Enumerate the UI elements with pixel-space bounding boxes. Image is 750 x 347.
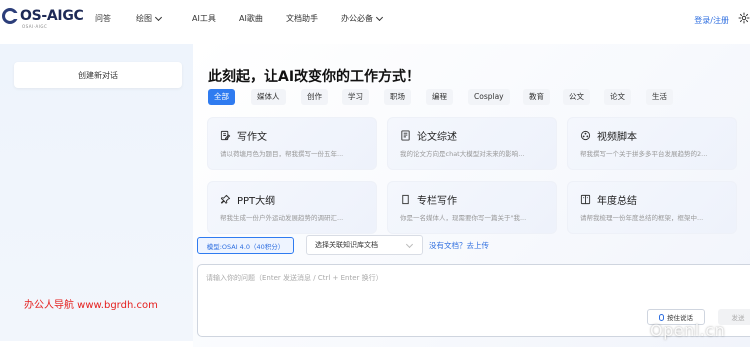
tag-cosplay[interactable]: Cosplay <box>468 89 510 105</box>
tag-education[interactable]: 教育 <box>523 89 550 105</box>
sidebar: 创建新对话 办公人导航 www.bgrdh.com <box>0 44 193 341</box>
nav-label: AI歌曲 <box>239 14 263 23</box>
prompt-card-column-writing[interactable]: 专栏写作 你是一名媒体人，现需要你写一篇关于"我... <box>387 181 557 234</box>
tag-life[interactable]: 生活 <box>646 89 673 105</box>
nav-label: 问答 <box>95 14 111 23</box>
card-title-text: 年度总结 <box>597 196 637 207</box>
tag-workplace[interactable]: 职场 <box>384 89 411 105</box>
chevron-down-icon <box>375 13 384 21</box>
tag-all[interactable]: 全部 <box>208 89 235 105</box>
nav-item-office[interactable]: 办公必备 <box>341 13 384 24</box>
tag-media[interactable]: 媒体人 <box>251 89 286 105</box>
nav-label: 办公必备 <box>341 14 373 23</box>
nav-item-ai-tools[interactable]: AI工具 <box>192 13 216 24</box>
card-title: 专栏写作 <box>400 192 457 207</box>
nav-item-doc-assistant[interactable]: 文档助手 <box>286 13 318 24</box>
card-title-text: 写作文 <box>237 132 267 143</box>
new-chat-button[interactable]: 创建新对话 <box>14 62 182 88</box>
column-icon <box>402 194 409 205</box>
prompt-card-annual-summary[interactable]: 年度总结 请帮我梳理一份年度总结的框架，框架中... <box>567 181 737 234</box>
chevron-down-icon <box>405 240 414 249</box>
card-desc: 帮我生成一份户外运动发展趋势的调研汇... <box>220 214 344 222</box>
tag-programming[interactable]: 编程 <box>426 89 453 105</box>
card-desc: 请帮我梳理一份年度总结的框架，框架中... <box>580 214 704 222</box>
upload-doc-link[interactable]: 没有文档？去上传 <box>429 240 489 251</box>
card-desc: 请以荷塘月色为题目，帮我撰写一份五年... <box>220 150 344 158</box>
promo-text: 办公人导航 www.bgrdh.com <box>24 300 158 311</box>
logo-text: OS-AIGC <box>20 8 84 24</box>
card-title: 写作文 <box>220 128 267 143</box>
book-icon <box>580 194 591 205</box>
card-desc: 我的论文方向是chat大模型对未来的影响... <box>400 150 525 158</box>
nav-item-draw[interactable]: 绘图 <box>136 13 163 24</box>
kb-select-label: 选择关联知识库文档 <box>315 241 378 249</box>
card-title-text: 专栏写作 <box>417 196 457 207</box>
category-tags: 全部 媒体人 创作 学习 职场 编程 Cosplay 教育 公文 论文 生活 <box>208 89 748 105</box>
chat-input[interactable] <box>206 273 626 293</box>
prompt-card-ppt-outline[interactable]: PPT大纲 帮我生成一份户外运动发展趋势的调研汇... <box>207 181 377 234</box>
pin-icon <box>220 194 231 204</box>
logo-subtitle: OSAI·AIGC <box>22 24 48 29</box>
card-title-text: PPT大纲 <box>237 196 276 207</box>
card-title-text: 论文综述 <box>417 132 457 143</box>
doc-edit-icon <box>220 130 231 141</box>
nav-label: 文档助手 <box>286 14 318 23</box>
prompt-card-essay[interactable]: 写作文 请以荷塘月色为题目，帮我撰写一份五年... <box>207 117 377 170</box>
model-select-button[interactable]: 模型:OSAI 4.0（40积分） <box>197 237 294 254</box>
knowledge-base-select[interactable]: 选择关联知识库文档 <box>306 235 423 255</box>
nav-item-ai-songs[interactable]: AI歌曲 <box>239 13 263 24</box>
nav-label: AI工具 <box>192 14 216 23</box>
tag-create[interactable]: 创作 <box>301 89 328 105</box>
card-desc: 你是一名媒体人，现需要你写一篇关于"我... <box>400 214 527 222</box>
tag-study[interactable]: 学习 <box>342 89 369 105</box>
nav-label: 绘图 <box>136 14 152 23</box>
card-title: 论文综述 <box>400 128 457 143</box>
microphone-icon <box>659 313 664 321</box>
tag-paper[interactable]: 论文 <box>604 89 631 105</box>
logo[interactable]: OS-AIGC OSAI·AIGC <box>2 8 84 29</box>
card-desc: 帮我撰写一个关于拼多多平台发展趋势的2... <box>580 150 708 158</box>
prompt-card-literature-review[interactable]: 论文综述 我的论文方向是chat大模型对未来的影响... <box>387 117 557 170</box>
logo-mark-icon <box>2 8 19 24</box>
gear-icon[interactable] <box>738 12 750 24</box>
chevron-down-icon <box>154 13 163 21</box>
main-panel: 此刻起，让AI改变你的工作方式！ 全部 媒体人 创作 学习 职场 编程 Cosp… <box>193 44 750 347</box>
watermark: Openl.cn <box>650 321 726 340</box>
page-headline: 此刻起，让AI改变你的工作方式！ <box>208 69 421 85</box>
card-title: 年度总结 <box>580 192 637 207</box>
tag-official-docs[interactable]: 公文 <box>563 89 590 105</box>
nav-item-qa[interactable]: 问答 <box>95 13 111 24</box>
video-icon <box>580 130 591 141</box>
paper-icon <box>401 130 410 141</box>
card-title-text: 视频脚本 <box>597 132 637 143</box>
card-title: PPT大纲 <box>220 192 275 207</box>
login-register-link[interactable]: 登录/注册 <box>694 15 729 26</box>
top-navbar: OS-AIGC OSAI·AIGC 问答 绘图 AI工具 AI歌曲 文档助手 办… <box>0 0 750 40</box>
prompt-card-video-script[interactable]: 视频脚本 帮我撰写一个关于拼多多平台发展趋势的2... <box>567 117 737 170</box>
card-title: 视频脚本 <box>580 128 637 143</box>
